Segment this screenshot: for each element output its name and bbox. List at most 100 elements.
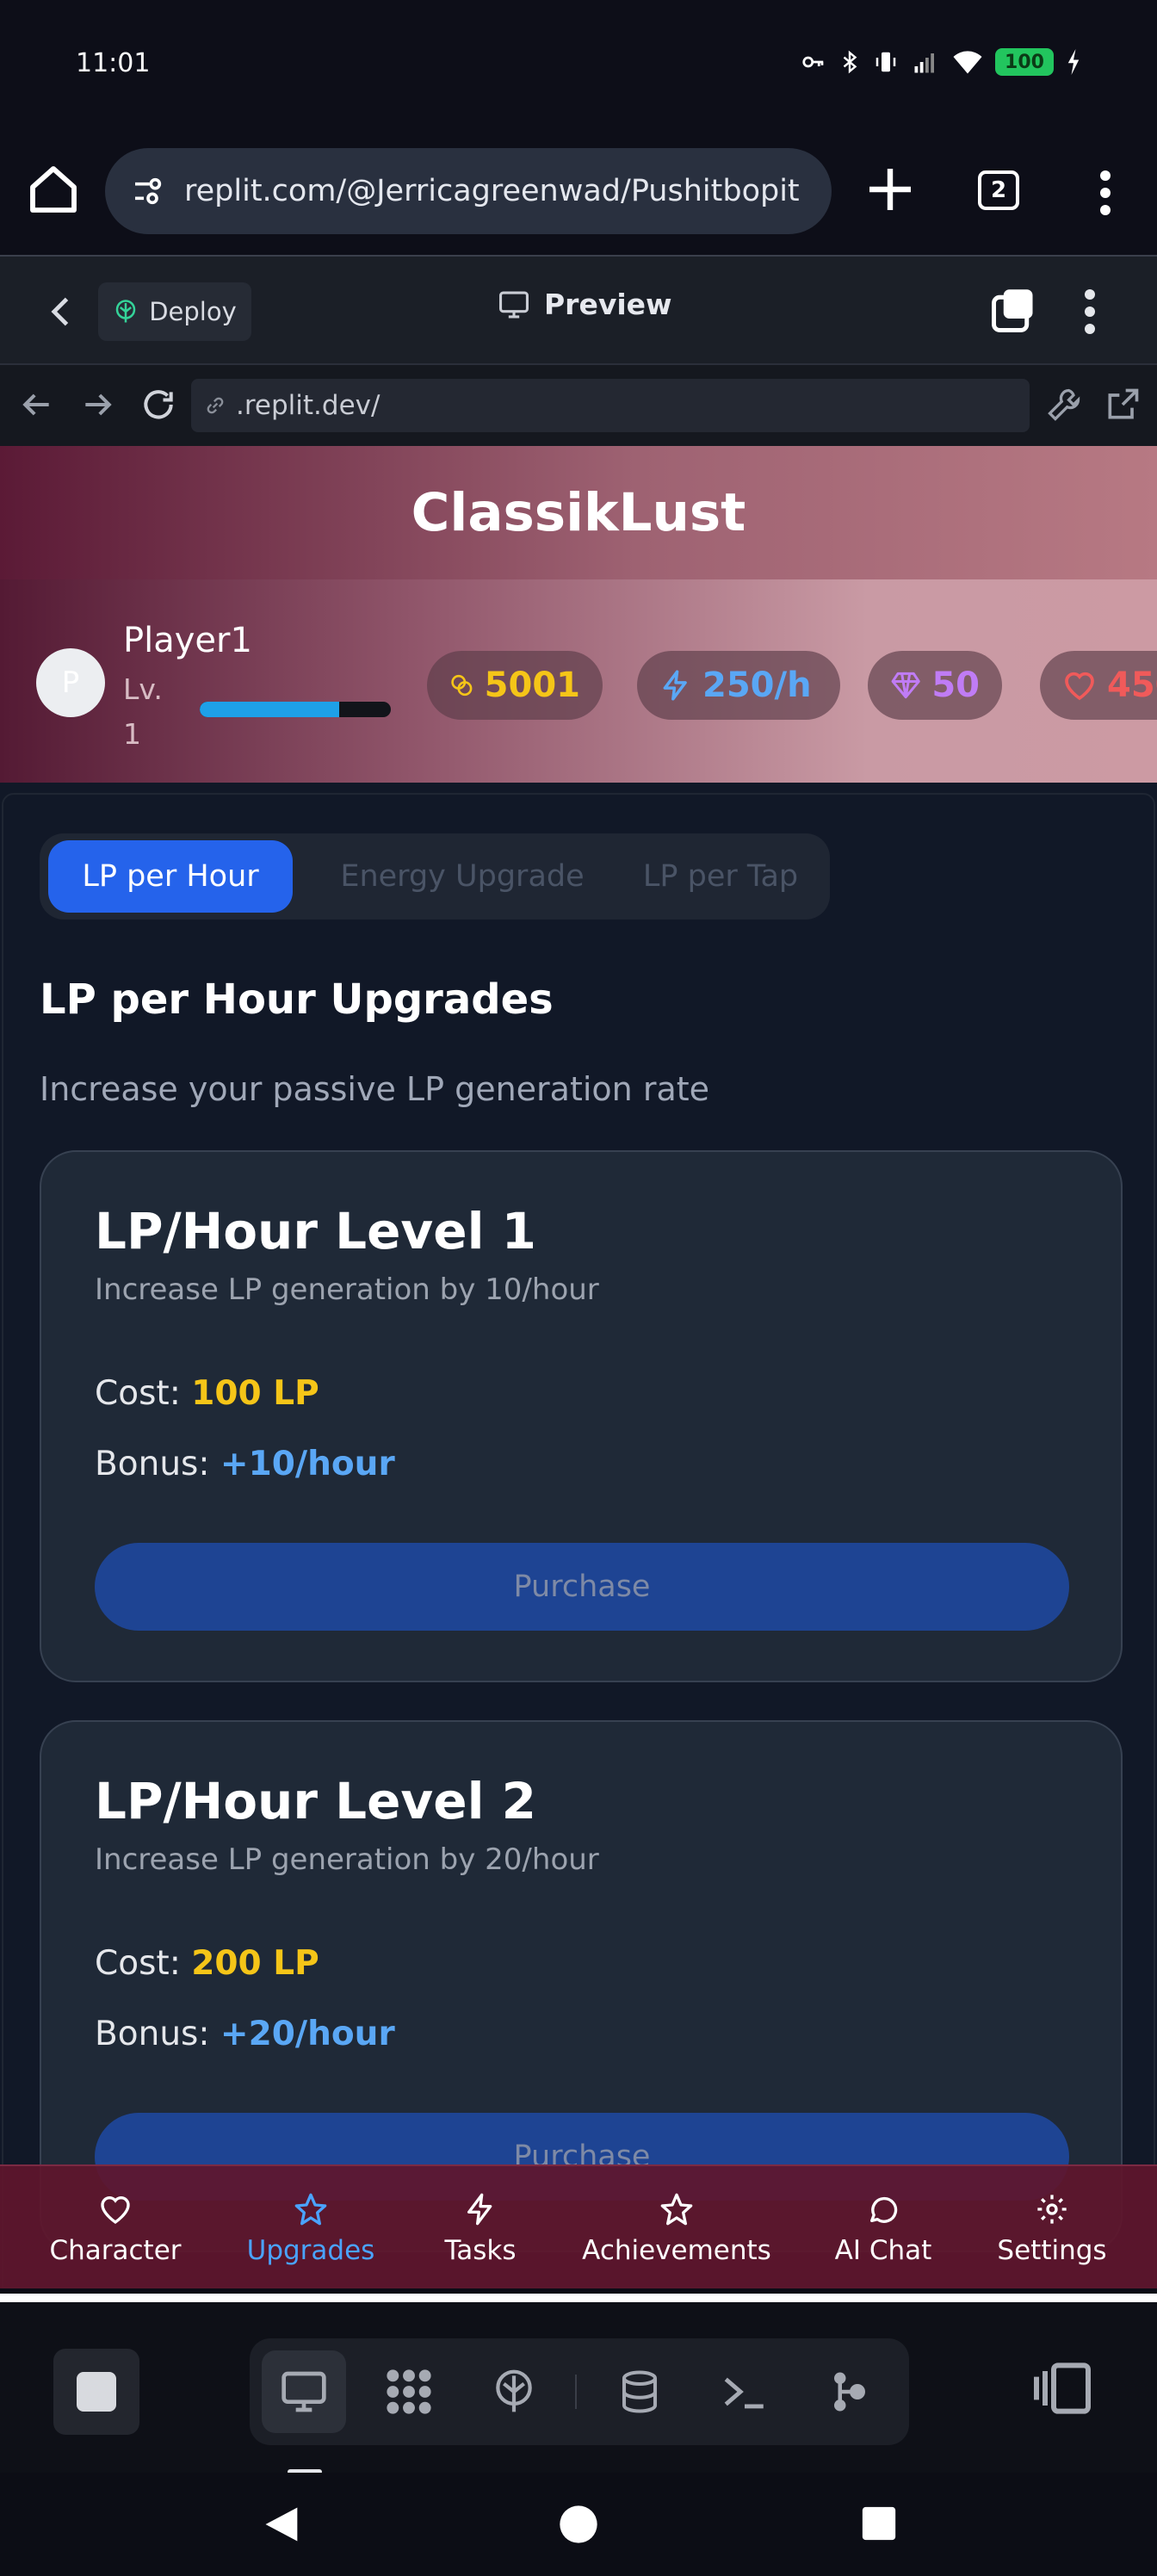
stop-button[interactable] (53, 2349, 139, 2435)
nav-achievements[interactable]: Achievements (582, 2182, 771, 2276)
vibrate-icon (875, 52, 896, 72)
preview-url-field[interactable]: .replit.dev/ (191, 379, 1030, 432)
nav-upgrades[interactable]: Upgrades (215, 2182, 406, 2276)
cost-label: Cost: (95, 1944, 181, 1983)
coins-stat: 5001 (427, 651, 603, 720)
upgrade-bonus: Bonus: +20/hour (95, 2015, 395, 2053)
tool-divider (575, 2375, 577, 2409)
browser-menu-icon[interactable] (1085, 169, 1126, 217)
panels-icon[interactable] (1028, 2354, 1097, 2423)
monitor-icon (499, 291, 529, 318)
dots-grid-icon (387, 2369, 431, 2414)
deploy-button[interactable]: Deploy (98, 282, 251, 341)
browser-toolbar: replit.com/@Jerricagreenwad/Pushitbopit … (0, 129, 1157, 255)
xp-progress-bar (200, 702, 391, 717)
cost-value: 200 LP (191, 1944, 319, 1983)
gem-icon (891, 672, 920, 699)
gems-stat: 50 (868, 651, 1002, 720)
charging-bolt-icon (1067, 49, 1080, 75)
upgrade-card: LP/Hour Level 1 Increase LP generation b… (40, 1150, 1123, 1682)
deploy-icon (115, 300, 136, 323)
replit-workspace-toolbar (0, 2294, 1157, 2474)
new-tab-icon[interactable] (863, 162, 918, 217)
cost-value: 100 LP (191, 1374, 319, 1413)
heart-icon (101, 2196, 130, 2225)
site-settings-icon[interactable] (131, 174, 165, 208)
upgrade-description: Increase LP generation by 10/hour (95, 1273, 599, 1307)
system-recents-icon[interactable] (859, 2504, 899, 2543)
game-app: ClassikLust P Player1 Lv. 1 5001 250/h 5… (0, 446, 1157, 2288)
status-time: 11:01 (76, 48, 151, 78)
shell-tool[interactable] (702, 2350, 787, 2433)
status-icons: 100 (801, 48, 1081, 76)
wifi-icon (953, 51, 982, 74)
coins-icon (451, 674, 473, 697)
back-chevron-icon[interactable] (43, 293, 81, 331)
gear-icon (1037, 2195, 1067, 2224)
agent-icon (834, 2372, 865, 2412)
address-bar[interactable]: replit.com/@Jerricagreenwad/Pushitbopit (105, 148, 832, 234)
hearts-stat: 450 (1040, 651, 1157, 720)
upgrade-description: Increase LP generation by 20/hour (95, 1842, 599, 1877)
xp-progress-fill (200, 702, 340, 717)
open-external-icon[interactable] (1104, 386, 1142, 424)
tabs-icon[interactable] (990, 288, 1036, 334)
apps-tool[interactable] (367, 2350, 451, 2433)
nav-label: Tasks (444, 2235, 517, 2266)
nav-label: Achievements (582, 2235, 771, 2266)
monitor-icon (282, 2371, 326, 2412)
section-title: LP per Hour Upgrades (40, 975, 554, 1024)
app-title: ClassikLust (411, 482, 746, 543)
app-header: ClassikLust (0, 446, 1157, 579)
deploy-label: Deploy (149, 297, 237, 326)
deploy-icon (496, 2369, 532, 2412)
nav-ai-chat[interactable]: AI Chat (830, 2182, 937, 2276)
wrench-icon[interactable] (1045, 386, 1083, 424)
bonus-label: Bonus: (95, 1445, 210, 1483)
reload-icon[interactable] (139, 386, 177, 424)
bluetooth-icon (843, 50, 857, 74)
forward-arrow-icon[interactable] (79, 386, 117, 424)
star-icon (294, 2193, 327, 2226)
system-home-icon[interactable] (556, 2502, 601, 2547)
preview-url-text: .replit.dev/ (236, 390, 381, 421)
gems-value: 50 (931, 666, 980, 705)
database-tool[interactable] (597, 2350, 682, 2433)
chat-bubble-icon (870, 2196, 898, 2223)
signal-icon (914, 53, 934, 73)
replit-menu-icon[interactable] (1073, 288, 1107, 336)
deployments-tool[interactable] (472, 2350, 556, 2433)
nav-tasks[interactable]: Tasks (437, 2182, 523, 2276)
avatar[interactable]: P (36, 648, 105, 717)
agent-tool[interactable] (807, 2350, 892, 2433)
back-arrow-icon[interactable] (17, 386, 55, 424)
upgrade-cost: Cost: 100 LP (95, 1374, 319, 1413)
nav-character[interactable]: Character (48, 2182, 183, 2276)
home-icon[interactable] (26, 162, 81, 217)
preview-tab[interactable]: Preview (498, 288, 672, 321)
heart-icon (1065, 672, 1094, 701)
bonus-value: +20/hour (220, 2015, 395, 2053)
system-back-icon[interactable] (260, 2502, 305, 2547)
tab-energy-upgrade[interactable]: Energy Upgrade (313, 840, 611, 913)
coins-value: 5001 (484, 666, 580, 705)
lightning-icon (663, 670, 687, 701)
nav-label: Upgrades (246, 2235, 375, 2266)
purchase-button[interactable]: Purchase (95, 1543, 1069, 1631)
tab-lp-per-hour[interactable]: LP per Hour (48, 840, 293, 913)
cost-label: Cost: (95, 1374, 181, 1413)
upgrade-cost: Cost: 200 LP (95, 1944, 319, 1983)
replit-preview-header: Deploy Preview (0, 255, 1157, 365)
status-bar: 11:01 100 (0, 0, 1157, 129)
preview-tool[interactable] (262, 2350, 346, 2433)
upgrade-title: LP/Hour Level 1 (95, 1202, 536, 1260)
section-subtitle: Increase your passive LP generation rate (40, 1070, 710, 1108)
upgrade-title: LP/Hour Level 2 (95, 1772, 536, 1830)
terminal-icon (724, 2377, 764, 2409)
tab-switcher-button[interactable]: 2 (978, 170, 1019, 210)
tab-lp-per-tap[interactable]: LP per Tap (625, 840, 816, 913)
nav-settings[interactable]: Settings (997, 2182, 1107, 2276)
database-icon (622, 2370, 658, 2413)
preview-url-bar: .replit.dev/ (0, 365, 1157, 446)
player-name: Player1 (123, 621, 252, 660)
